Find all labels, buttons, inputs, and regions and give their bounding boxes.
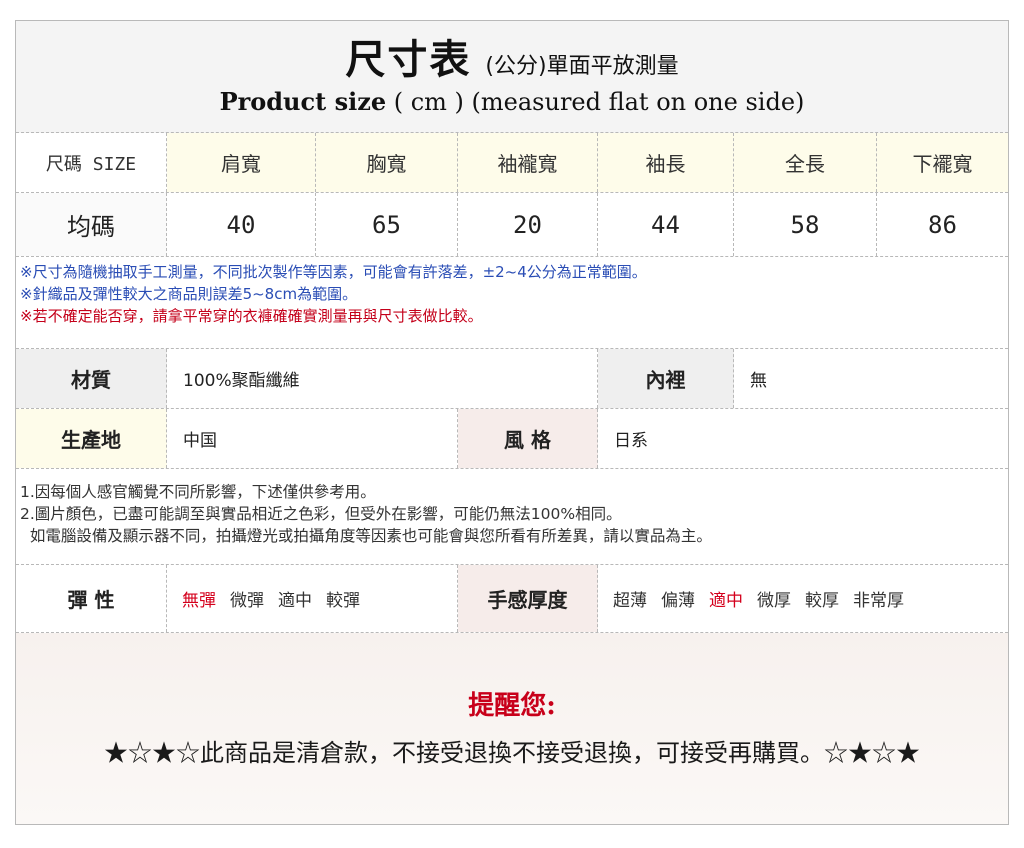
title-block: 尺寸表 (公分)單面平放測量 Product size ( cm ) (meas… <box>16 21 1008 133</box>
title-main: 尺寸表 <box>345 37 472 83</box>
note-3: ※若不確定能否穿，請拿平常穿的衣褲確確實測量再與尺寸表做比較。 <box>20 307 483 325</box>
elasticity-option: 無彈 <box>182 591 216 611</box>
elasticity-option: 較彈 <box>326 591 360 611</box>
thickness-option: 非常厚 <box>853 591 904 611</box>
origin-value: 中国 <box>167 409 458 468</box>
header-chest: 胸寬 <box>316 133 458 192</box>
elasticity-label: 彈 性 <box>16 565 167 632</box>
lining-value: 無 <box>750 371 767 391</box>
row-size: 均碼 <box>16 193 167 256</box>
value-chest: 65 <box>316 193 458 256</box>
elasticity-row: 彈 性 無彈 微彈 適中 較彈 手感厚度 超薄 偏薄 適中 微厚 較厚 非常厚 <box>16 565 1008 633</box>
note-1: ※尺寸為隨機抽取手工測量，不同批次製作等因素，可能會有許落差，±2~4公分為正常… <box>20 263 647 281</box>
elasticity-options: 無彈 微彈 適中 較彈 <box>167 565 458 632</box>
disclaimer: 1.因每個人感官觸覺不同所影響，下述僅供參考用。 2.圖片顏色，已盡可能調至與實… <box>16 469 1008 565</box>
reminder-block: 提醒您: ★☆★☆此商品是清倉款，不接受退換不接受退換，可接受再購買。☆★☆★ <box>16 633 1008 824</box>
note-2: ※針織品及彈性較大之商品則誤差5~8cm為範圍。 <box>20 285 358 303</box>
measurement-notes: ※尺寸為隨機抽取手工測量，不同批次製作等因素，可能會有許落差，±2~4公分為正常… <box>16 257 1008 349</box>
size-chart: 尺寸表 (公分)單面平放測量 Product size ( cm ) (meas… <box>15 20 1009 825</box>
header-shoulder: 肩寬 <box>167 133 316 192</box>
header-hem: 下襬寬 <box>877 133 1008 192</box>
disclaimer-2: 2.圖片顏色，已盡可能調至與實品相近之色彩，但受外在影響，可能仍無法100%相同… <box>20 505 622 523</box>
reminder-title: 提醒您: <box>468 691 556 721</box>
header-sleeve: 袖長 <box>598 133 734 192</box>
elasticity-option: 微彈 <box>230 591 264 611</box>
material-label: 材質 <box>16 349 167 408</box>
header-length: 全長 <box>734 133 877 192</box>
thickness-option: 微厚 <box>757 591 791 611</box>
value-armhole: 20 <box>458 193 598 256</box>
material-value: 100%聚酯纖維 <box>167 349 598 408</box>
header-size: 尺碼 SIZE <box>16 133 167 192</box>
title-english-rest: ( cm ) (measured flat on one side) <box>386 88 805 116</box>
title-sub: (公分)單面平放測量 <box>485 54 679 79</box>
disclaimer-1: 1.因每個人感官觸覺不同所影響，下述僅供參考用。 <box>20 483 376 501</box>
material-row: 材質 100%聚酯纖維 內裡 無 <box>16 349 1008 409</box>
origin-row: 生產地 中国 風 格 日系 <box>16 409 1008 469</box>
size-table-row: 均碼 40 65 20 44 58 86 <box>16 193 1008 257</box>
reminder-text: ★☆★☆此商品是清倉款，不接受退換不接受退換，可接受再購買。☆★☆★ <box>104 739 920 767</box>
title-english: Product size ( cm ) (measured flat on on… <box>16 87 1008 116</box>
disclaimer-3: 如電腦設備及顯示器不同，拍攝燈光或拍攝角度等因素也可能會與您所看有所差異，請以實… <box>20 527 712 545</box>
thickness-label: 手感厚度 <box>458 565 598 632</box>
thickness-option: 超薄 <box>613 591 647 611</box>
origin-label: 生產地 <box>16 409 167 468</box>
value-length: 58 <box>734 193 877 256</box>
style-value: 日系 <box>614 431 648 451</box>
thickness-option: 適中 <box>709 591 743 611</box>
thickness-options: 超薄 偏薄 適中 微厚 較厚 非常厚 <box>598 565 1008 632</box>
size-table-header: 尺碼 SIZE 肩寬 胸寬 袖襱寬 袖長 全長 下襬寬 <box>16 133 1008 193</box>
thickness-option: 較厚 <box>805 591 839 611</box>
elasticity-option: 適中 <box>278 591 312 611</box>
header-armhole: 袖襱寬 <box>458 133 598 192</box>
value-hem: 86 <box>928 210 957 239</box>
title-english-bold: Product size <box>219 87 387 116</box>
lining-label: 內裡 <box>598 349 734 408</box>
value-shoulder: 40 <box>167 193 316 256</box>
value-sleeve: 44 <box>598 193 734 256</box>
style-label: 風 格 <box>458 409 598 468</box>
thickness-option: 偏薄 <box>661 591 695 611</box>
